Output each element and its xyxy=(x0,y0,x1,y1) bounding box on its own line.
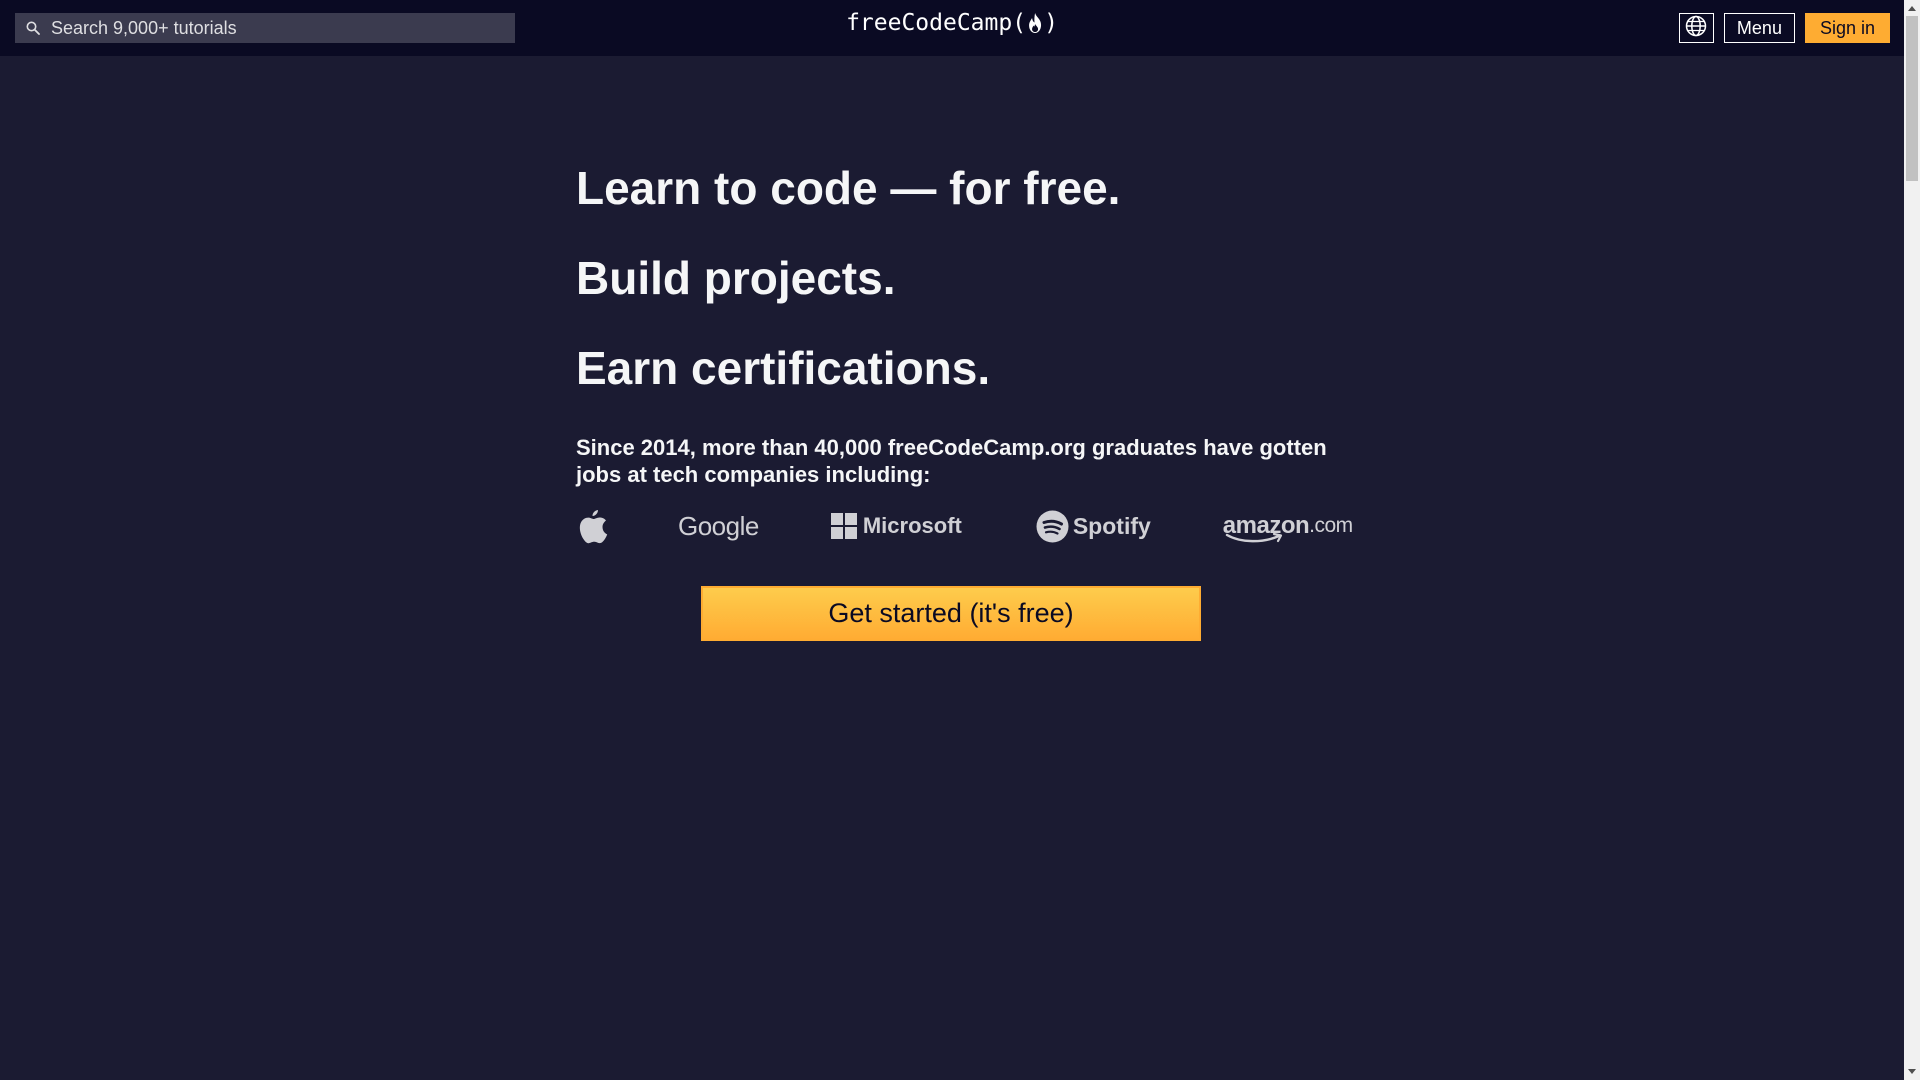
search-bar[interactable] xyxy=(15,13,515,43)
flame-icon xyxy=(1027,12,1043,34)
amazon-suffix-label: .com xyxy=(1309,514,1353,537)
scrollbar-thumb[interactable] xyxy=(1906,16,1918,181)
scroll-up-arrow-icon[interactable] xyxy=(1904,0,1920,16)
language-button[interactable] xyxy=(1678,13,1714,43)
windows-icon xyxy=(830,513,857,539)
apple-logo-icon xyxy=(576,504,608,548)
top-navbar: freeCodeCamp( ) Menu Sign in xyxy=(0,0,1904,56)
page-scrollbar[interactable] xyxy=(1904,0,1920,1080)
spotify-icon xyxy=(1036,510,1069,543)
get-started-button[interactable]: Get started (it's free) xyxy=(701,586,1201,641)
search-icon xyxy=(25,20,41,36)
menu-button[interactable]: Menu xyxy=(1723,13,1795,43)
amazon-smile-icon xyxy=(1225,532,1282,543)
hero-heading-earn: Earn certifications. xyxy=(576,342,991,394)
sign-in-button[interactable]: Sign in xyxy=(1804,13,1890,43)
microsoft-label: Microsoft xyxy=(862,513,962,538)
graduates-text: Since 2014, more than 40,000 freeCodeCam… xyxy=(576,435,1327,487)
globe-icon xyxy=(1685,15,1707,42)
freecodecamp-logo[interactable]: freeCodeCamp( ) xyxy=(846,10,1058,36)
amazon-logo: amazon .com xyxy=(1223,504,1353,548)
logo-text-right: ) xyxy=(1044,10,1058,36)
google-logo: Google xyxy=(678,510,759,541)
hero-heading-build: Build projects. xyxy=(576,252,896,304)
hero-section: Learn to code — for free. Build projects… xyxy=(576,150,1353,548)
company-logos: Google Microsoft Spotify amazon .com xyxy=(576,504,1353,548)
microsoft-logo: Microsoft xyxy=(830,504,962,548)
hero-heading-learn: Learn to code — for free. xyxy=(576,162,1121,214)
logo-text-left: freeCodeCamp( xyxy=(846,10,1027,36)
search-input[interactable] xyxy=(51,17,491,39)
spotify-logo: Spotify xyxy=(1036,504,1151,548)
nav-actions: Menu Sign in xyxy=(1678,13,1890,43)
spotify-label: Spotify xyxy=(1072,512,1151,539)
scroll-down-arrow-icon[interactable] xyxy=(1904,1064,1920,1080)
